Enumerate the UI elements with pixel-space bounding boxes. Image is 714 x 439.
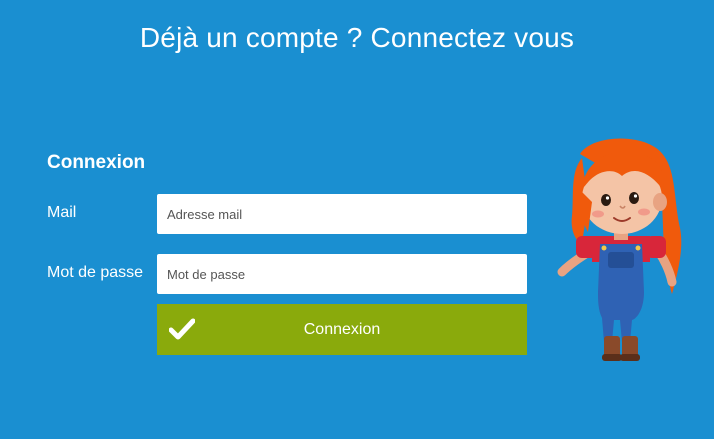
password-input[interactable] [157, 254, 527, 294]
check-icon [169, 318, 195, 340]
page-headline: Déjà un compte ? Connectez vous [139, 22, 575, 53]
mail-label: Mail [47, 204, 77, 221]
login-submit-label: Connexion [303, 320, 381, 338]
mail-input[interactable] [157, 194, 527, 234]
child-mascot-illustration [557, 138, 682, 361]
password-label: Mot de passe [47, 264, 144, 281]
login-submit-button[interactable]: Connexion [157, 304, 527, 355]
login-form-title: Connexion [47, 152, 146, 173]
